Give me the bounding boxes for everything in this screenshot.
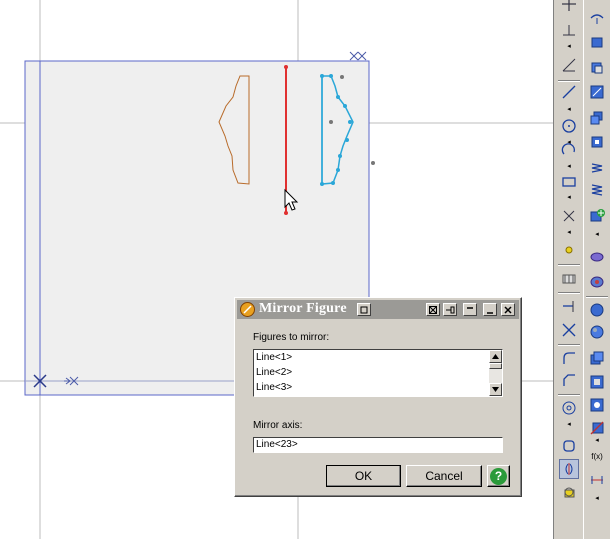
expand-arrow-icon[interactable]: ◂ <box>587 230 607 238</box>
boolean-union-icon[interactable] <box>587 348 607 368</box>
offset-tool-icon[interactable] <box>559 436 579 456</box>
intersect-tool-icon[interactable] <box>559 320 579 340</box>
figures-list[interactable]: Line<1> Line<2> Line<3> <box>253 349 503 397</box>
shade-icon[interactable] <box>483 303 497 316</box>
boolean-subtract-icon[interactable] <box>587 372 607 392</box>
shell-icon[interactable] <box>587 322 607 342</box>
model-toolbar: ◂ ◂ f(x) ◂ <box>583 0 610 539</box>
drawing-toolbar: ◂ ◂ ◂ ◂ ◂ ◂ ◂ <box>553 0 583 539</box>
point-tool-icon[interactable] <box>559 206 579 226</box>
surface-icon[interactable] <box>587 246 607 266</box>
cancel-button[interactable]: Cancel <box>406 465 482 487</box>
expand-arrow-icon[interactable]: ◂ <box>559 162 579 170</box>
3d-box-icon[interactable] <box>587 32 607 52</box>
sphere-icon[interactable] <box>587 300 607 320</box>
expand-arrow-icon[interactable]: ◂ <box>559 228 579 236</box>
revolve-icon[interactable] <box>587 82 607 102</box>
extrude-icon[interactable] <box>587 58 607 78</box>
target-tool-icon[interactable] <box>559 398 579 418</box>
pin-icon[interactable] <box>443 303 457 316</box>
display-tool-icon[interactable] <box>587 8 607 28</box>
loft-icon[interactable] <box>587 132 607 152</box>
mirror-tool-icon[interactable] <box>559 459 579 479</box>
scroll-up-icon[interactable] <box>489 350 502 363</box>
list-item[interactable]: Line<1> <box>256 352 292 363</box>
list-item[interactable]: Line<3> <box>256 382 292 393</box>
grid-icon[interactable] <box>426 303 440 316</box>
dimension-icon[interactable] <box>587 470 607 490</box>
figures-label: Figures to mirror: <box>253 332 330 343</box>
fill-tool-icon[interactable] <box>559 482 579 502</box>
dialog-title: Mirror Figure <box>259 301 347 316</box>
sweep-icon[interactable] <box>587 108 607 128</box>
add-solid-icon[interactable] <box>587 206 607 226</box>
chamfer-tool-icon[interactable] <box>559 370 579 390</box>
expand-arrow-icon[interactable]: ◂ <box>559 105 579 113</box>
spring-icon[interactable] <box>587 158 607 178</box>
scroll-down-icon[interactable] <box>489 383 502 396</box>
mirror-axis-field[interactable]: Line<23> <box>253 437 503 453</box>
help-icon: ? <box>490 467 507 485</box>
restore-window-icon[interactable] <box>357 303 371 316</box>
list-scrollbar[interactable] <box>489 350 502 396</box>
perpendicular-icon[interactable] <box>559 20 579 40</box>
line-tool-icon[interactable] <box>559 82 579 102</box>
slice-icon[interactable] <box>587 418 607 438</box>
minimize-icon[interactable] <box>463 303 477 316</box>
axis-endpoint-bottom <box>284 211 288 215</box>
expand-arrow-icon[interactable]: ◂ <box>587 494 607 502</box>
rectangle-tool-icon[interactable] <box>559 172 579 192</box>
hatch-tool-icon[interactable] <box>559 268 579 288</box>
function-icon[interactable]: f(x) <box>585 446 609 466</box>
app-logo-icon <box>240 302 255 317</box>
axis-endpoint-top <box>284 65 288 69</box>
expand-arrow-icon[interactable]: ◂ <box>587 436 607 444</box>
help-button[interactable]: ? <box>487 465 510 487</box>
dialog-titlebar[interactable]: Mirror Figure <box>237 300 519 319</box>
angle-line-icon[interactable] <box>559 55 579 75</box>
scroll-thumb[interactable] <box>489 363 502 369</box>
boolean-intersect-icon[interactable] <box>587 395 607 415</box>
circle-tool-icon[interactable] <box>559 116 579 136</box>
crosshair-icon[interactable] <box>559 0 579 14</box>
corner-marker-icon <box>349 51 367 61</box>
arc-tool-icon[interactable] <box>559 140 579 160</box>
snap-point-icon[interactable] <box>559 240 579 260</box>
expand-arrow-icon[interactable]: ◂ <box>559 42 579 50</box>
axis-label: Mirror axis: <box>253 420 303 431</box>
expand-arrow-icon[interactable]: ◂ <box>559 193 579 201</box>
thread-icon[interactable] <box>587 180 607 200</box>
mirror-figure-dialog: Mirror Figure Figures to mirror: Line<1>… <box>234 297 522 497</box>
close-icon[interactable] <box>501 303 515 316</box>
ok-button[interactable]: OK <box>326 465 401 487</box>
fillet-tool-icon[interactable] <box>559 348 579 368</box>
expand-arrow-icon[interactable]: ◂ <box>559 420 579 428</box>
blend-icon[interactable] <box>587 272 607 292</box>
trim-tool-icon[interactable] <box>559 296 579 316</box>
function-label: f(x) <box>591 451 603 461</box>
list-item[interactable]: Line<2> <box>256 367 292 378</box>
